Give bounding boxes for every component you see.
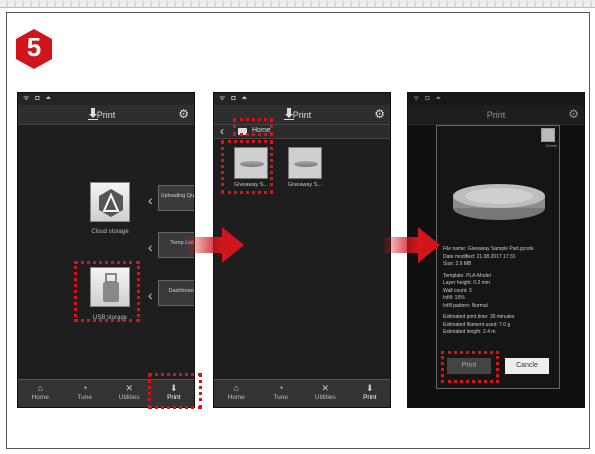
utilities-icon: ✕: [321, 383, 330, 393]
chevron-left-icon: ‹: [148, 287, 153, 303]
info-line: Size: 2.9 MB: [443, 261, 472, 267]
utilities-icon: ✕: [125, 383, 134, 393]
arrow-right-icon: [384, 227, 440, 263]
tab-utilities[interactable]: ✕ Utilities: [303, 380, 348, 407]
print-button-highlight: [441, 351, 499, 383]
usb-storage-highlight: [74, 261, 140, 322]
status-bar: ᯤ ◘ ⏶: [214, 93, 390, 105]
cancel-button[interactable]: Cancle: [505, 358, 549, 374]
tune-icon: ◔: [278, 383, 284, 393]
screen-print-storage: ᯤ ◘ ⏶ Print ⚙ Cloud storage USB storage …: [17, 92, 195, 408]
tab-print[interactable]: ⬇ Print: [348, 380, 391, 407]
cloud-storage-label: Cloud storage: [91, 229, 129, 235]
delete-label: Delete: [545, 143, 557, 148]
storage-panel: Cloud storage USB storage ‹ Uploading Qu…: [18, 125, 194, 381]
home-icon: ⌂: [233, 383, 239, 393]
back-icon[interactable]: ‹: [220, 125, 224, 138]
info-line: Date modified: 21.08.2017 17:31: [443, 253, 516, 260]
tab-label: Home: [31, 394, 49, 401]
info-line: Wall count: 3: [443, 287, 472, 294]
tab-label: Tune: [273, 394, 289, 401]
cloud-storage-icon: [99, 189, 123, 217]
file-label: Giveaway S...: [288, 182, 322, 188]
info-line: File name: Giveaway Sample Part.gcode: [443, 246, 534, 252]
file-highlight: [221, 140, 273, 194]
model-preview: [453, 184, 545, 220]
gear-icon[interactable]: ⚙: [178, 108, 189, 120]
info-line: Infill pattern: Normal: [443, 302, 488, 309]
chevron-left-icon: ‹: [148, 192, 153, 208]
tab-label: Utilities: [314, 394, 336, 401]
tune-icon: ◔: [82, 383, 88, 393]
tab-label: Home: [227, 394, 245, 401]
file-info: File name: Giveaway Sample Part.gcode Da…: [443, 246, 557, 337]
file-thumbnail[interactable]: [288, 147, 322, 179]
tab-label: Utilities: [118, 394, 140, 401]
page-title: Print: [96, 110, 116, 120]
trash-icon[interactable]: [541, 128, 555, 142]
tab-tune[interactable]: ◔ Tune: [63, 380, 108, 407]
info-line: Estimated length: 2.4 m: [443, 329, 496, 335]
info-line: Estimated print time: 35 minutes: [443, 314, 515, 320]
cloud-storage-button[interactable]: [90, 182, 130, 222]
home-breadcrumb-highlight: [233, 118, 273, 136]
bottom-tab-bar: ⌂ Home ◔ Tune ✕ Utilities ⬇ Print: [214, 379, 391, 407]
info-line: Template: PLA-Model: [443, 272, 491, 279]
status-bar: ᯤ ◘ ⏶: [18, 93, 194, 105]
step-badge: 5: [14, 28, 54, 70]
info-line: Estimated filament used: 7.0 g: [443, 321, 511, 328]
instruction-page: 5 ᯤ ◘ ⏶ Print ⚙ Cloud storage USB storag…: [0, 0, 595, 454]
gear-icon[interactable]: ⚙: [374, 108, 385, 120]
home-icon: ⌂: [37, 383, 43, 393]
tab-tune[interactable]: ◔ Tune: [259, 380, 304, 407]
model-preview-icon: [294, 161, 318, 167]
print-tab-highlight: [148, 373, 202, 409]
dashboard-button[interactable]: Dashboard: [158, 280, 194, 306]
tab-home[interactable]: ⌂ Home: [18, 380, 63, 407]
tab-label: Tune: [77, 394, 93, 401]
arrow-right-icon: [188, 227, 244, 263]
chevron-left-icon: ‹: [148, 239, 153, 255]
tab-home[interactable]: ⌂ Home: [214, 380, 259, 407]
tab-label: Print: [363, 394, 377, 401]
print-icon: ⬇: [365, 383, 374, 393]
print-dialog: Delete File name: Giveaway Sample Part.g…: [436, 125, 560, 389]
title-bar: Print ⚙: [18, 105, 194, 125]
info-line: Infill: 15%: [443, 295, 465, 301]
tab-utilities[interactable]: ✕ Utilities: [107, 380, 152, 407]
previous-step-strip: [0, 0, 595, 8]
uploading-queue-button[interactable]: Uploading Queue: [158, 185, 194, 211]
step-number: 5: [26, 32, 42, 62]
info-line: Layer height: 0.2 mm: [443, 280, 490, 286]
